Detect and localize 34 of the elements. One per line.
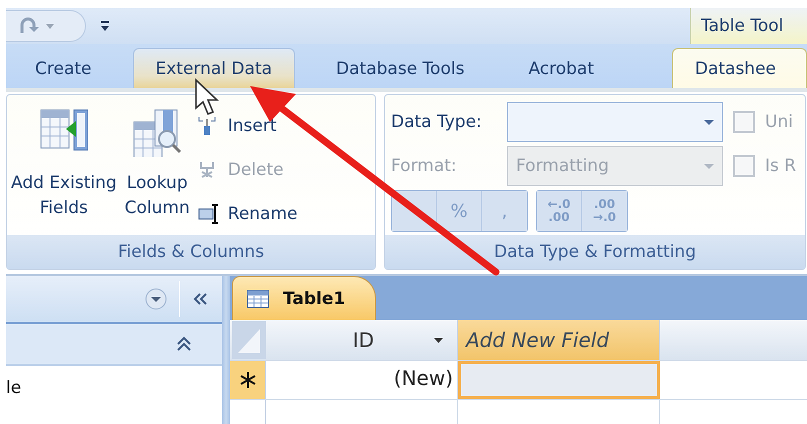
ribbon-tab[interactable]: Datashee [672, 48, 807, 88]
ribbon-tab[interactable]: Database Tools [313, 48, 488, 88]
field-label: Data Type: [391, 112, 483, 132]
chevron-up-icon[interactable] [176, 336, 192, 352]
ribbon-tab[interactable]: Create [12, 48, 114, 88]
group-title: Data Type & Formatting [385, 235, 805, 269]
contextual-tab-label: Table Tool [690, 8, 807, 44]
ribbon-tab[interactable]: External Data [132, 48, 296, 88]
dropdown-arrow-icon [434, 338, 443, 342]
dropdown-icon[interactable] [145, 288, 167, 310]
customize-icon[interactable] [100, 20, 110, 32]
ribbon-button[interactable]: Insert [196, 107, 300, 145]
table-magnifier-icon [133, 109, 182, 157]
record-selector[interactable] [230, 361, 266, 399]
table-cell[interactable] [458, 361, 660, 399]
dropdown-arrow-icon [704, 164, 714, 168]
ribbon-button[interactable]: Add Existing Fields [9, 101, 119, 225]
checkbox-label: Uni [765, 112, 793, 132]
dropdown-field[interactable] [507, 102, 723, 142]
field-label: Format: [391, 156, 458, 176]
table-icon [247, 290, 269, 308]
ribbon-tab[interactable]: Acrobat [505, 48, 618, 88]
collapse-icon[interactable] [192, 292, 208, 306]
group-title: Fields & Columns [7, 235, 375, 269]
column-header[interactable]: Add New Field [458, 320, 660, 360]
checkbox-label: Is R [765, 156, 796, 176]
navigation-item[interactable]: le [6, 372, 222, 404]
dropdown-arrow-icon [704, 120, 714, 124]
new-record-icon [238, 371, 256, 389]
ribbon-button[interactable]: Lookup Column [122, 101, 192, 225]
redo-button[interactable] [6, 10, 86, 42]
rename-icon [198, 204, 220, 224]
ribbon-button[interactable]: Rename [196, 195, 300, 233]
document-tab[interactable]: Table1 [232, 276, 376, 320]
